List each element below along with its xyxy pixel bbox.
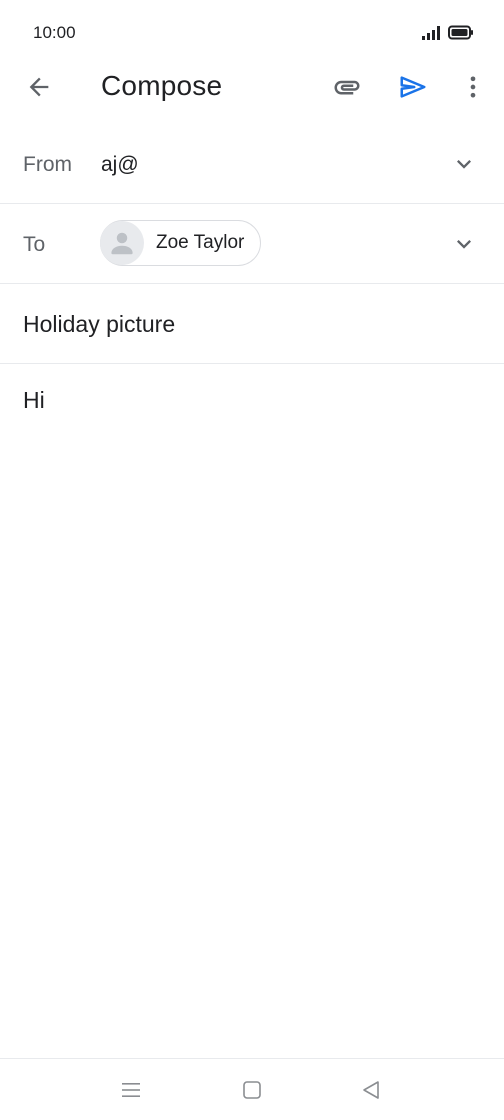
compose-screen: 10:00 Compose From aj@ To Zoe Taylor Hol… [0, 0, 504, 1120]
recipient-name: Zoe Taylor [156, 232, 245, 253]
paperclip-icon [334, 80, 360, 95]
more-vert-icon [470, 76, 476, 98]
chevron-down-icon [457, 240, 471, 249]
from-label: From [23, 153, 72, 176]
body-field[interactable]: Hi [23, 387, 45, 414]
subject-row: Holiday picture [0, 284, 504, 364]
attach-button[interactable] [324, 64, 370, 110]
status-time: 10:00 [33, 23, 76, 42]
from-value[interactable]: aj@ [101, 153, 139, 177]
recipient-chip[interactable]: Zoe Taylor [100, 220, 262, 266]
nav-home-button[interactable] [235, 1073, 269, 1107]
send-button[interactable] [390, 64, 436, 110]
home-square-icon [243, 1081, 261, 1099]
from-dropdown-button[interactable] [444, 144, 484, 184]
more-options-button[interactable] [450, 64, 496, 110]
person-icon [111, 232, 133, 255]
subject-field[interactable]: Holiday picture [23, 311, 175, 338]
app-bar: Compose [0, 58, 504, 116]
send-icon [400, 76, 426, 98]
avatar [100, 221, 144, 265]
page-title: Compose [101, 70, 223, 101]
menu-icon [122, 1083, 140, 1097]
to-dropdown-button[interactable] [444, 224, 484, 264]
signal-icon [422, 26, 440, 40]
back-triangle-icon [363, 1081, 379, 1099]
status-bar: 10:00 [0, 0, 504, 64]
to-label: To [23, 233, 46, 256]
system-nav-bar [0, 1058, 504, 1120]
from-row: From aj@ [0, 124, 504, 204]
battery-icon [448, 25, 473, 40]
nav-back-button[interactable] [354, 1073, 388, 1107]
back-button[interactable] [16, 64, 62, 110]
to-row: To Zoe Taylor [0, 204, 504, 284]
nav-menu-button[interactable] [114, 1073, 148, 1107]
arrow-back-icon [29, 77, 49, 97]
chevron-down-icon [457, 160, 471, 169]
